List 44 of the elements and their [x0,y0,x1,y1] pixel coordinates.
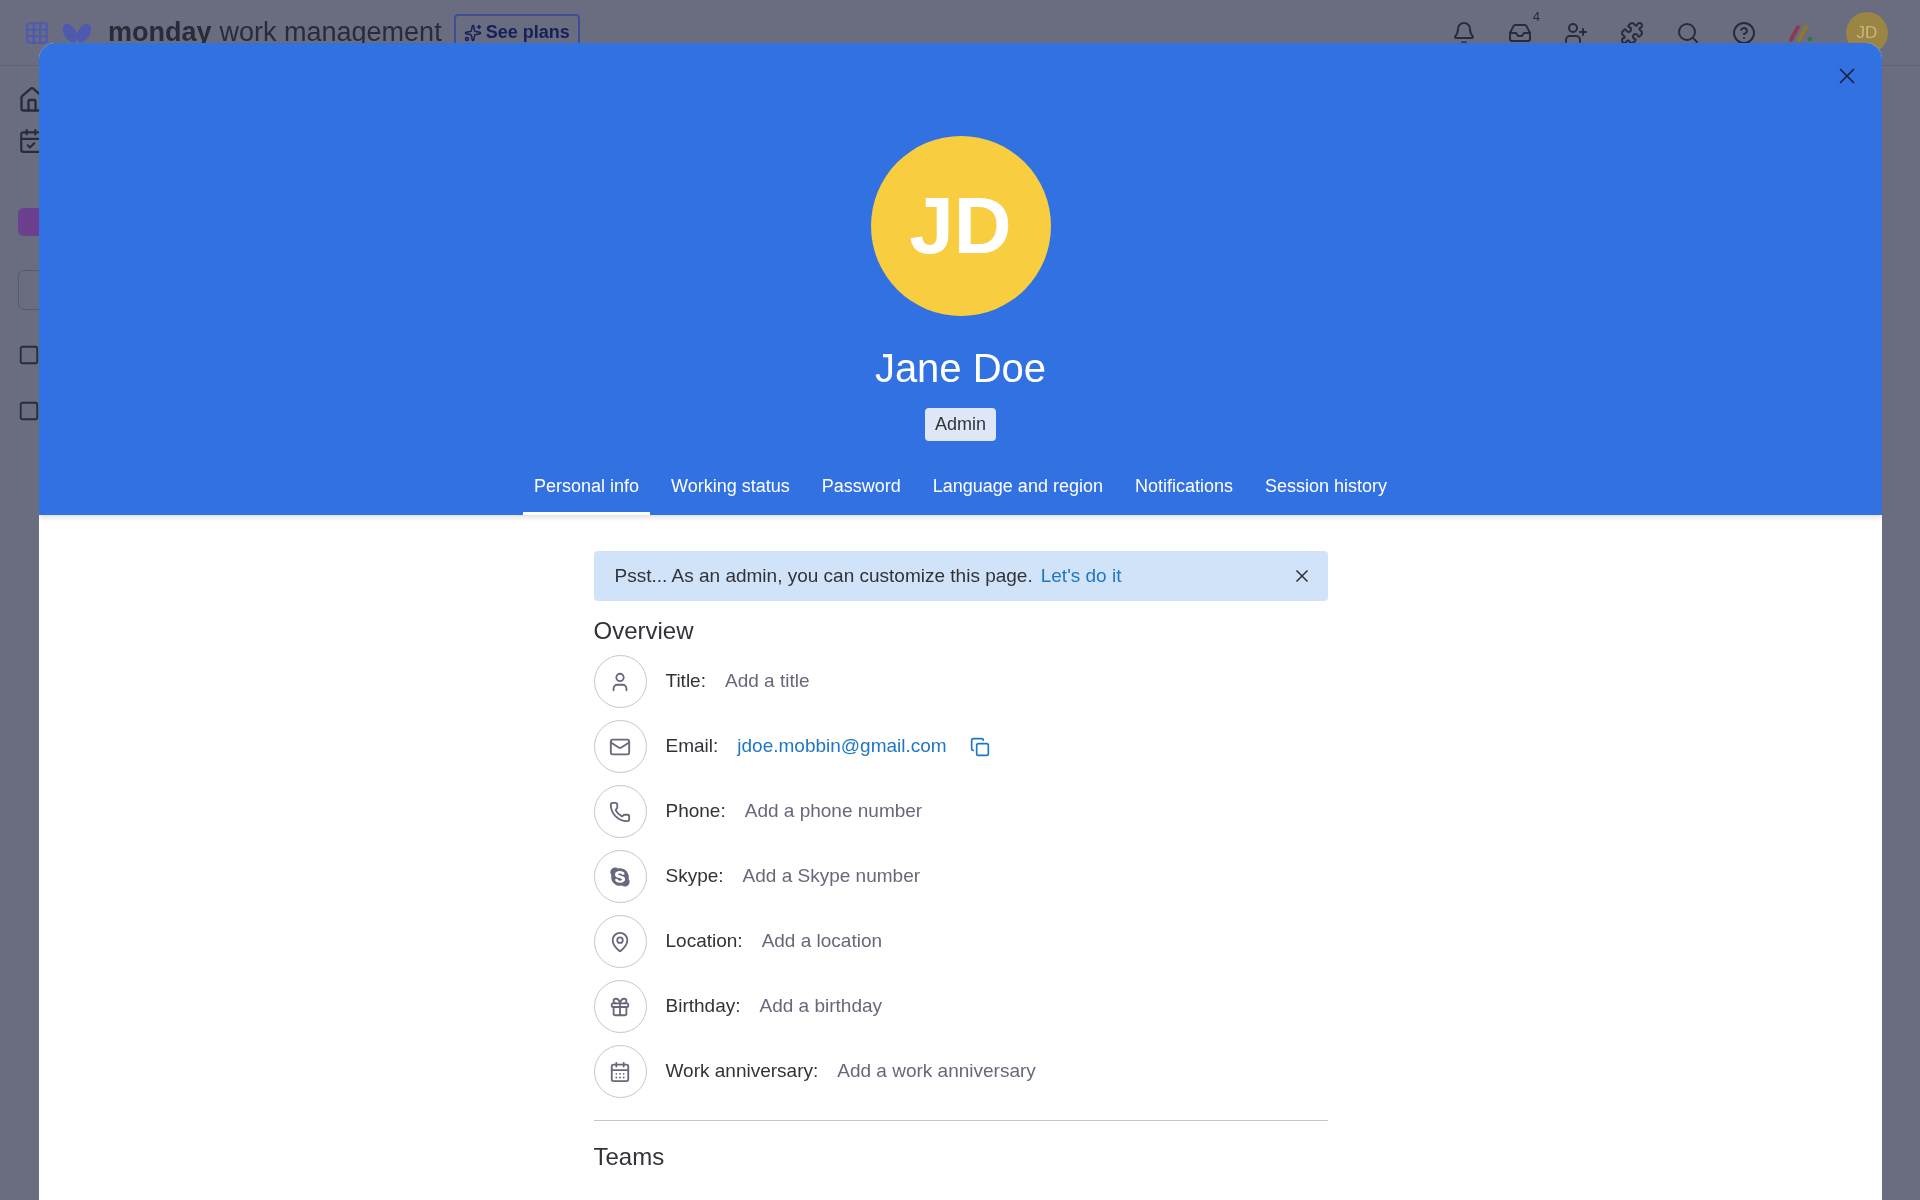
profile-tab[interactable]: Password [810,469,912,515]
brand-name: work management [219,16,442,50]
puzzle-icon[interactable] [1620,20,1644,45]
skype-icon [609,865,631,888]
profile-name: Jane Doe [874,348,1047,388]
field-label: Skype: [665,864,724,889]
email-link[interactable]: jdoe.mobbin@gmail.com [737,732,947,761]
profile-tab[interactable]: Language and region [921,469,1114,515]
field-placeholder[interactable]: Add a phone number [744,797,923,826]
overview-heading: Overview [593,616,695,646]
location-pin-icon [609,930,631,953]
brand-bold: monday [108,16,212,50]
search-icon[interactable] [1676,20,1700,45]
product-mark-icon [1788,22,1814,43]
field-label: Location: [665,929,743,954]
help-icon[interactable] [1732,20,1756,45]
banner-text: Psst... As an admin, you can customize this page. [614,563,1033,588]
field-placeholder[interactable]: Add a birthday [759,992,882,1021]
field-placeholder[interactable]: Add a title [724,667,810,696]
copy-icon[interactable] [969,736,990,757]
inbox-count: 4 [1532,7,1540,26]
profile-tab[interactable]: Session history [1254,469,1399,515]
field-placeholder[interactable]: Add a Skype number [742,862,921,891]
profile-tab[interactable]: Personal info [522,469,651,515]
board-icon[interactable] [18,400,40,422]
profile-tab[interactable]: Working status [660,469,801,515]
field-label: Phone: [665,799,726,824]
teams-heading: Teams [593,1143,666,1171]
banner-link[interactable]: Let's do it [1040,561,1122,591]
profile-tab[interactable]: Notifications [1123,469,1244,515]
invite-user-icon[interactable] [1564,20,1588,45]
field-label: Work anniversary: [665,1059,819,1084]
field-label: Birthday: [665,994,741,1019]
calendar-icon [609,1060,631,1083]
board-icon[interactable] [18,344,40,366]
gift-icon [609,995,631,1018]
role-badge: Admin [925,408,996,441]
sparkle-icon [463,23,482,42]
field-placeholder[interactable]: Add a location [761,927,883,956]
bell-icon[interactable] [1452,20,1476,45]
field-label: Email: [665,734,719,759]
field-label: Title: [665,669,706,694]
field-placeholder[interactable]: Add a work anniversary [837,1057,1036,1086]
phone-icon [609,800,631,823]
